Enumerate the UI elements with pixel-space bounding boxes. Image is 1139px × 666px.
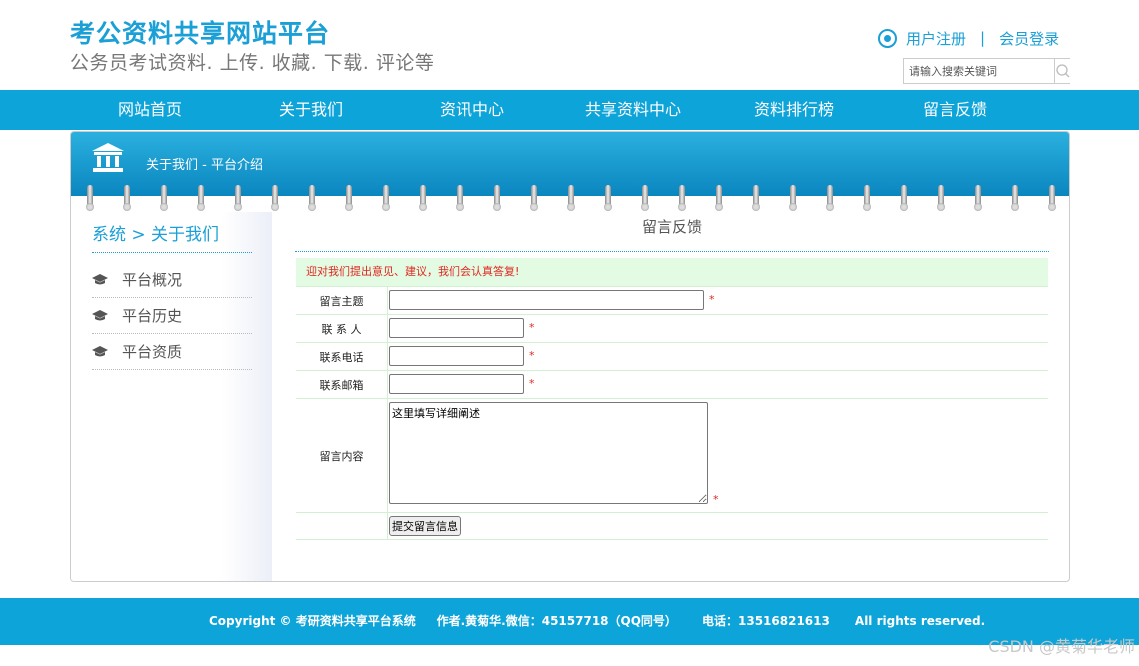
form-row-phone: 联系电话 *	[296, 342, 1048, 370]
form-notice: 迎对我们提出意见、建议，我们会认真答复!	[296, 258, 1048, 286]
binder-ring	[604, 185, 612, 211]
required-mark: *	[529, 349, 535, 362]
binder-ring	[271, 185, 279, 211]
form-row-email: 联系邮箱 *	[296, 370, 1048, 398]
required-mark: *	[529, 377, 535, 390]
binder-ring	[1048, 185, 1056, 211]
binder-rings	[71, 185, 1069, 211]
csdn-watermark: CSDN @黄菊华老师	[988, 637, 1135, 656]
binder-ring	[752, 185, 760, 211]
binder-ring	[308, 185, 316, 211]
login-link[interactable]: 会员登录	[999, 28, 1059, 49]
binder-ring	[86, 185, 94, 211]
nav-item-about[interactable]: 关于我们	[236, 90, 386, 130]
sidebar-item-label: 平台概况	[122, 271, 183, 289]
binder-ring	[456, 185, 464, 211]
content-panel: 关于我们 - 平台介绍 系统 > 关于我们 平台概况 平台历史 平台资质 留言反…	[70, 131, 1070, 582]
content-textarea[interactable]: 这里填写详细阐述	[389, 402, 708, 504]
binder-ring	[974, 185, 982, 211]
nav-item-home[interactable]: 网站首页	[75, 90, 225, 130]
form-row-submit: 提交留言信息	[296, 512, 1048, 540]
binder-ring	[826, 185, 834, 211]
binder-ring	[493, 185, 501, 211]
site-subtitle: 公务员考试资料. 上传. 收藏. 下载. 评论等	[70, 52, 435, 74]
form-row-content: 留言内容 这里填写详细阐述 *	[296, 398, 1048, 512]
binder-ring	[419, 185, 427, 211]
user-links: 用户注册 | 会员登录	[878, 28, 1059, 48]
binder-ring	[197, 185, 205, 211]
link-separator: |	[980, 29, 986, 47]
target-icon	[878, 28, 897, 48]
required-mark: *	[709, 293, 715, 306]
site-footer: Copyright © 考研资料共享平台系统 作者.黄菊华.微信：4515771…	[0, 598, 1139, 645]
search-button[interactable]	[1054, 59, 1071, 83]
subject-input[interactable]	[389, 290, 704, 310]
email-input[interactable]	[389, 374, 524, 394]
binder-ring	[234, 185, 242, 211]
binder-ring	[160, 185, 168, 211]
footer-text: Copyright © 考研资料共享平台系统 作者.黄菊华.微信：4515771…	[209, 614, 986, 628]
form-row-subject: 留言主题 *	[296, 286, 1048, 314]
required-mark: *	[713, 493, 719, 506]
subject-label: 留言主题	[296, 287, 388, 314]
submit-button[interactable]: 提交留言信息	[389, 516, 461, 536]
form-title-divider	[295, 251, 1049, 252]
breadcrumb: 系统 > 关于我们	[92, 225, 220, 245]
form-title: 留言反馈	[641, 218, 702, 236]
content-label: 留言内容	[296, 399, 388, 512]
binder-ring	[123, 185, 131, 211]
binder-ring	[789, 185, 797, 211]
search-box	[903, 58, 1071, 84]
binder-ring	[678, 185, 686, 211]
breadcrumb-divider	[92, 252, 252, 253]
binder-ring	[863, 185, 871, 211]
register-link[interactable]: 用户注册	[906, 28, 966, 49]
search-icon	[1056, 64, 1070, 78]
search-input[interactable]	[904, 59, 1054, 83]
main-nav: 网站首页 关于我们 资讯中心 共享资料中心 资料排行榜 留言反馈	[0, 90, 1139, 130]
site-header: 考公资料共享网站平台 公务员考试资料. 上传. 收藏. 下载. 评论等 用户注册…	[0, 0, 1139, 90]
binder-ring	[900, 185, 908, 211]
nav-item-shared-materials[interactable]: 共享资料中心	[558, 90, 708, 130]
required-mark: *	[529, 321, 535, 334]
binder-ring	[567, 185, 575, 211]
graduation-cap-icon	[92, 345, 108, 356]
site-title: 考公资料共享网站平台	[70, 19, 331, 48]
binder-ring	[530, 185, 538, 211]
contact-label: 联 系 人	[296, 315, 388, 342]
nav-item-feedback[interactable]: 留言反馈	[880, 90, 1030, 130]
binder-ring	[1011, 185, 1019, 211]
binder-ring	[937, 185, 945, 211]
nav-item-ranking[interactable]: 资料排行榜	[719, 90, 869, 130]
sidebar-item-label: 平台资质	[122, 343, 183, 361]
phone-input[interactable]	[389, 346, 524, 366]
binder-ring	[715, 185, 723, 211]
bank-icon	[92, 143, 124, 172]
sidebar-item-overview[interactable]: 平台概况	[92, 262, 252, 298]
phone-label: 联系电话	[296, 343, 388, 370]
panel-header-title: 关于我们 - 平台介绍	[146, 158, 263, 173]
contact-input[interactable]	[389, 318, 524, 338]
graduation-cap-icon	[92, 273, 108, 284]
sidebar-item-label: 平台历史	[122, 307, 183, 325]
submit-row-label	[296, 513, 388, 539]
binder-ring	[345, 185, 353, 211]
graduation-cap-icon	[92, 309, 108, 320]
binder-ring	[382, 185, 390, 211]
email-label: 联系邮箱	[296, 371, 388, 398]
binder-ring	[641, 185, 649, 211]
sidebar-item-history[interactable]: 平台历史	[92, 298, 252, 334]
form-row-contact: 联 系 人 *	[296, 314, 1048, 342]
nav-item-news[interactable]: 资讯中心	[397, 90, 547, 130]
sidebar-item-qualification[interactable]: 平台资质	[92, 334, 252, 370]
